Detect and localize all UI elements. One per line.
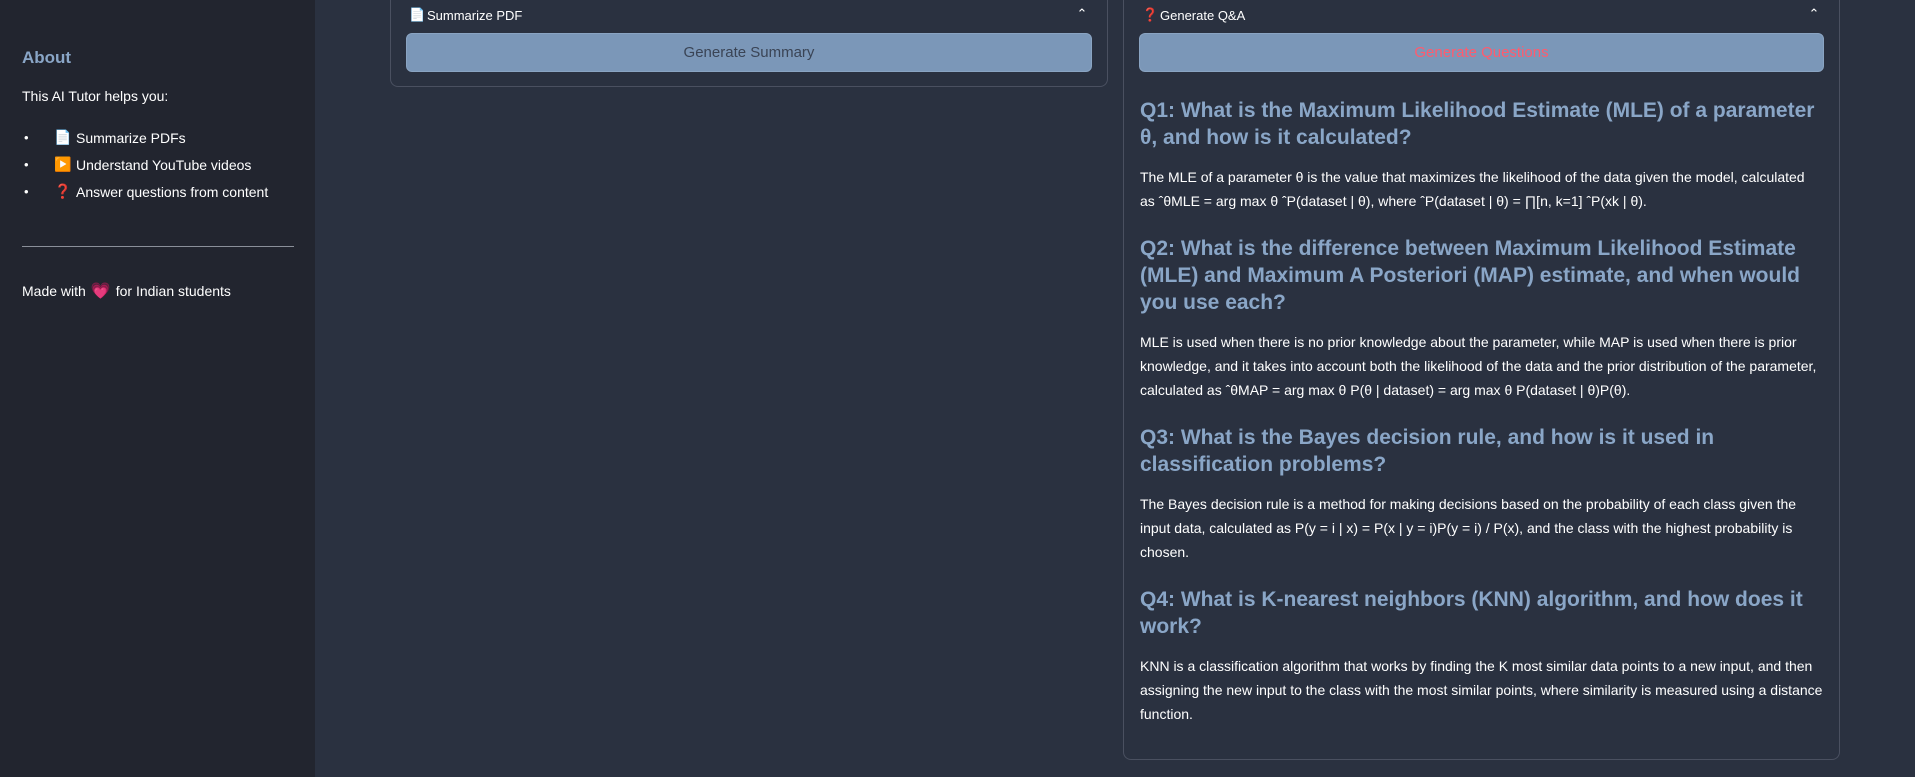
answer-text: The Bayes decision rule is a method for …	[1140, 496, 1797, 560]
generate-summary-button[interactable]: Generate Summary	[406, 33, 1092, 72]
pdf-icon: 📄	[54, 129, 72, 145]
expander-title: Generate Q&A	[1160, 7, 1246, 23]
question-heading: Q4: What is K-nearest neighbors (KNN) al…	[1140, 588, 1803, 638]
question-heading: Q3: What is the Bayes decision rule, and…	[1140, 426, 1715, 476]
heart-icon: 💗	[90, 283, 111, 300]
bullet: •	[24, 130, 29, 145]
feature-list: • 📄 Summarize PDFs • ▶️ Understand YouTu…	[22, 124, 268, 205]
qa-item: Q3: What is the Bayes decision rule, and…	[1140, 424, 1823, 564]
bullet: •	[24, 157, 29, 172]
list-item: • ❓ Answer questions from content	[22, 178, 268, 205]
summarize-pdf-expander: 📄 Summarize PDF ⌃ Generate Summary	[390, 0, 1108, 87]
question-icon: ❓	[54, 183, 72, 199]
generate-qa-expander: ❓ Generate Q&A ⌃ Generate Questions Q1: …	[1123, 0, 1840, 760]
chevron-up-icon[interactable]: ⌃	[1075, 6, 1089, 21]
about-title: About	[22, 48, 72, 67]
answer-text: The MLE of a parameter θ is the value th…	[1140, 169, 1805, 209]
bullet: •	[24, 184, 29, 199]
sidebar: About This AI Tutor helps you: • 📄 Summa…	[0, 0, 315, 777]
made-suffix: for Indian students	[115, 283, 231, 299]
pdf-icon: 📄	[409, 7, 426, 22]
feature-label: Summarize PDFs	[76, 129, 186, 146]
chevron-up-icon[interactable]: ⌃	[1807, 6, 1821, 21]
expander-title: Summarize PDF	[427, 7, 523, 23]
sidebar-description: This AI Tutor helps you:	[22, 88, 169, 104]
divider	[22, 246, 294, 247]
generate-qa-header[interactable]: ❓ Generate Q&A ⌃	[1142, 4, 1821, 26]
feature-label: Understand YouTube videos	[76, 156, 252, 173]
qa-item: Q4: What is K-nearest neighbors (KNN) al…	[1140, 586, 1823, 726]
question-heading: Q2: What is the difference between Maxim…	[1140, 237, 1801, 314]
feature-label: Answer questions from content	[76, 183, 269, 200]
play-icon: ▶️	[54, 156, 72, 172]
answer-text: MLE is used when there is no prior knowl…	[1140, 334, 1817, 398]
made-prefix: Made with	[22, 283, 86, 299]
answer-text: KNN is a classification algorithm that w…	[1140, 658, 1823, 722]
question-icon: ❓	[1142, 7, 1159, 22]
made-with-note: Made with 💗 for Indian students	[22, 281, 231, 301]
list-item: • ▶️ Understand YouTube videos	[22, 151, 268, 178]
question-heading: Q1: What is the Maximum Likelihood Estim…	[1140, 99, 1815, 149]
qa-item: Q1: What is the Maximum Likelihood Estim…	[1140, 97, 1823, 213]
qa-item: Q2: What is the difference between Maxim…	[1140, 235, 1823, 402]
qa-list: Q1: What is the Maximum Likelihood Estim…	[1140, 97, 1823, 748]
summarize-pdf-header[interactable]: 📄 Summarize PDF ⌃	[409, 4, 1089, 26]
list-item: • 📄 Summarize PDFs	[22, 124, 268, 151]
generate-questions-button[interactable]: Generate Questions	[1139, 33, 1824, 72]
